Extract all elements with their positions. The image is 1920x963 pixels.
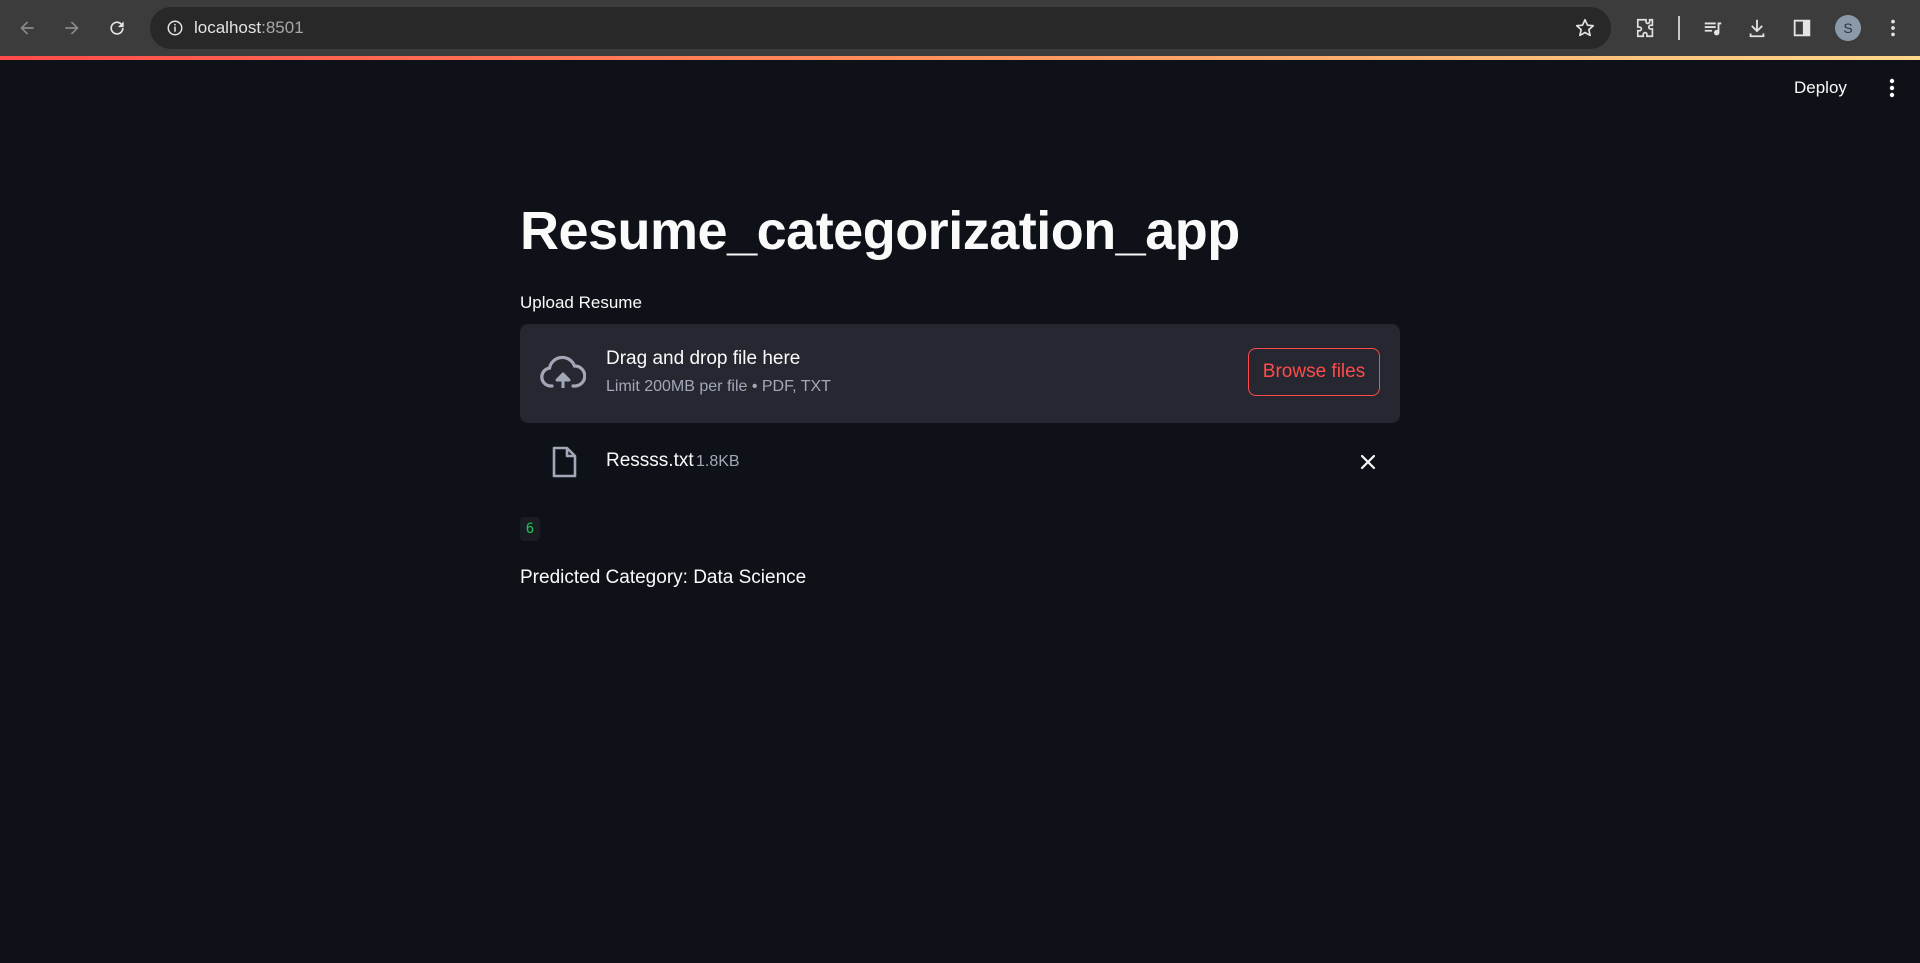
uploaded-file-name: Ressss.txt	[606, 450, 694, 471]
side-panel-icon	[1793, 19, 1811, 37]
extensions-icon	[1636, 18, 1654, 38]
address-bar[interactable]: localhost:8501	[150, 7, 1611, 49]
forward-icon	[65, 21, 79, 35]
side-panel-button[interactable]	[1786, 12, 1818, 44]
bookmark-button[interactable]	[1573, 16, 1597, 40]
url-text: localhost:8501	[194, 18, 304, 38]
code-output: 6	[520, 517, 540, 541]
main-menu-button[interactable]	[1882, 76, 1902, 100]
site-info-button[interactable]	[162, 15, 188, 41]
browser-toolbar: localhost:8501 S	[0, 0, 1920, 56]
uploaded-file-row: Ressss.txt 1.8KB	[520, 440, 1400, 482]
url-host: localhost	[194, 18, 262, 37]
info-icon	[167, 20, 183, 36]
profile-avatar[interactable]: S	[1835, 15, 1861, 41]
app-decoration-bar	[0, 56, 1920, 60]
remove-file-button[interactable]	[1356, 450, 1380, 474]
upload-label: Upload Resume	[520, 293, 642, 312]
downloads-button[interactable]	[1741, 12, 1773, 44]
chrome-menu-button[interactable]	[1877, 12, 1909, 44]
media-icon	[1704, 22, 1722, 36]
uploaded-file-size: 1.8KB	[696, 453, 740, 470]
star-icon	[1575, 18, 1595, 37]
prediction-result: Predicted Category: Data Science	[520, 567, 807, 588]
deploy-button[interactable]: Deploy	[1794, 74, 1847, 102]
back-button[interactable]	[9, 10, 45, 46]
page-title: Resume_categorization_app	[520, 201, 1240, 261]
toolbar-separator	[1678, 16, 1680, 40]
dropzone-instructions: Drag and drop file here Limit 200MB per …	[606, 348, 831, 396]
media-control-button[interactable]	[1697, 12, 1729, 44]
kebab-menu-icon	[1889, 78, 1895, 98]
cloud-upload-icon	[540, 355, 586, 388]
close-icon	[1360, 454, 1376, 470]
dropzone-limit-text: Limit 200MB per file • PDF, TXT	[606, 378, 831, 395]
reload-icon	[110, 21, 124, 35]
back-icon	[20, 21, 34, 35]
file-icon	[552, 446, 577, 478]
url-port: :8501	[261, 18, 304, 37]
dropzone-main-text: Drag and drop file here	[606, 348, 801, 369]
chrome-menu-icon	[1891, 19, 1895, 37]
browse-files-button[interactable]: Browse files	[1248, 348, 1380, 396]
forward-button[interactable]	[54, 10, 90, 46]
reload-button[interactable]	[99, 10, 135, 46]
extensions-button[interactable]	[1630, 12, 1662, 44]
download-icon	[1749, 19, 1765, 38]
file-dropzone[interactable]: Drag and drop file here Limit 200MB per …	[520, 324, 1400, 423]
